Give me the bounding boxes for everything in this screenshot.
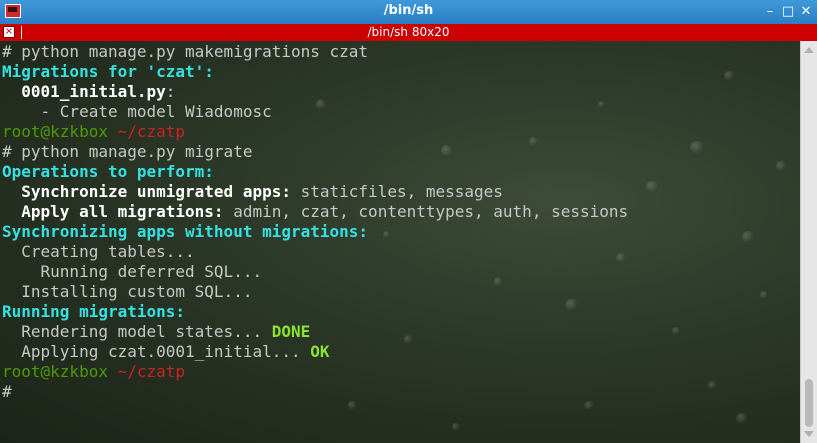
- terminal-text-segment: ~/czatp: [107, 362, 186, 381]
- background-droplet: [646, 181, 659, 192]
- terminal-text-segment: Migrations for 'czat':: [2, 62, 214, 81]
- background-droplet: [760, 291, 768, 299]
- tab-title[interactable]: /bin/sh 80x20: [0, 25, 817, 39]
- terminal-text-segment: Apply all migrations:: [21, 202, 224, 221]
- background-droplet: [452, 423, 460, 431]
- window-titlebar[interactable]: /bin/sh – □ ✕: [0, 0, 817, 25]
- terminal-text-segment: # python manage.py migrate: [2, 142, 253, 161]
- minimize-button[interactable]: –: [761, 3, 779, 21]
- terminal-text-segment: Creating tables...: [2, 242, 195, 261]
- terminal-line: Synchronize unmigrated apps: staticfiles…: [2, 182, 628, 202]
- terminal-line: Applying czat.0001_initial... OK: [2, 342, 628, 362]
- terminal-line: Running deferred SQL...: [2, 262, 628, 282]
- tab-bar: × /bin/sh 80x20: [0, 24, 817, 41]
- terminal-text-segment: # python manage.py makemigrations czat: [2, 42, 369, 61]
- terminal-line: # python manage.py makemigrations czat: [2, 42, 628, 62]
- background-droplet: [348, 401, 357, 410]
- terminal-line: Migrations for 'czat':: [2, 62, 628, 82]
- terminal-text-segment: Synchronize unmigrated apps:: [21, 182, 291, 201]
- background-droplet: [690, 141, 705, 154]
- terminal-text-segment: Synchronizing apps without migrations:: [2, 222, 369, 241]
- terminal-text-segment: Running deferred SQL...: [2, 262, 263, 281]
- terminal-line: root@kzkbox ~/czatp: [2, 362, 628, 382]
- background-droplet: [672, 327, 680, 335]
- maximize-button[interactable]: □: [779, 3, 797, 21]
- terminal-line: Creating tables...: [2, 242, 628, 262]
- terminal-line: #: [2, 382, 628, 402]
- vertical-scrollbar[interactable]: [800, 41, 817, 443]
- terminal-text-segment: DONE: [262, 322, 311, 341]
- terminal-line: - Create model Wiadomosc: [2, 102, 628, 122]
- scroll-down-icon[interactable]: [804, 431, 814, 437]
- terminal-line: 0001_initial.py:: [2, 82, 628, 102]
- terminal-output[interactable]: # python manage.py makemigrations czat Mi…: [0, 41, 800, 443]
- background-droplet: [742, 231, 754, 243]
- terminal-text-segment: Applying czat.0001_initial...: [2, 342, 301, 361]
- terminal-text-segment: OK: [300, 342, 330, 361]
- terminal-text-segment: Installing custom SQL...: [2, 282, 253, 301]
- terminal-lines: # python manage.py makemigrations czat Mi…: [2, 42, 628, 402]
- terminal-text-segment: - Create model Wiadomosc: [2, 102, 272, 121]
- terminal-line: root@kzkbox ~/czatp: [2, 122, 628, 142]
- window-title: /bin/sh: [383, 3, 434, 18]
- terminal-text-segment: 0001_initial.py: [21, 82, 166, 101]
- terminal-text-segment: root@kzkbox: [2, 122, 108, 141]
- background-droplet: [776, 161, 786, 172]
- terminal-line: Apply all migrations: admin, czat, conte…: [2, 202, 628, 222]
- terminal-line: Rendering model states... DONE: [2, 322, 628, 342]
- terminal-text-segment: root@kzkbox: [2, 362, 108, 381]
- background-droplet: [724, 71, 735, 81]
- terminal-text-segment: #: [2, 382, 12, 401]
- terminal-line: Running migrations:: [2, 302, 628, 322]
- background-droplet: [584, 401, 595, 410]
- terminal-text-segment: ~/czatp: [107, 122, 186, 141]
- terminal-text-segment: Rendering model states...: [2, 322, 263, 341]
- terminal-line: Operations to perform:: [2, 162, 628, 182]
- terminal-text-segment: Running migrations:: [2, 302, 186, 321]
- close-button[interactable]: ✕: [797, 3, 815, 21]
- terminal-line: Synchronizing apps without migrations:: [2, 222, 628, 242]
- terminal-line: # python manage.py migrate: [2, 142, 628, 162]
- terminal-text-segment: staticfiles, messages: [290, 182, 503, 201]
- terminal-text-segment: :: [165, 82, 176, 101]
- background-droplet: [708, 381, 717, 390]
- terminal-text-segment: Operations to perform:: [2, 162, 214, 181]
- scrollbar-thumb[interactable]: [805, 379, 813, 427]
- scroll-up-icon[interactable]: [804, 47, 814, 53]
- terminal-text-segment: admin, czat, contenttypes, auth, session…: [223, 202, 629, 221]
- background-droplet: [736, 413, 749, 424]
- terminal-line: Installing custom SQL...: [2, 282, 628, 302]
